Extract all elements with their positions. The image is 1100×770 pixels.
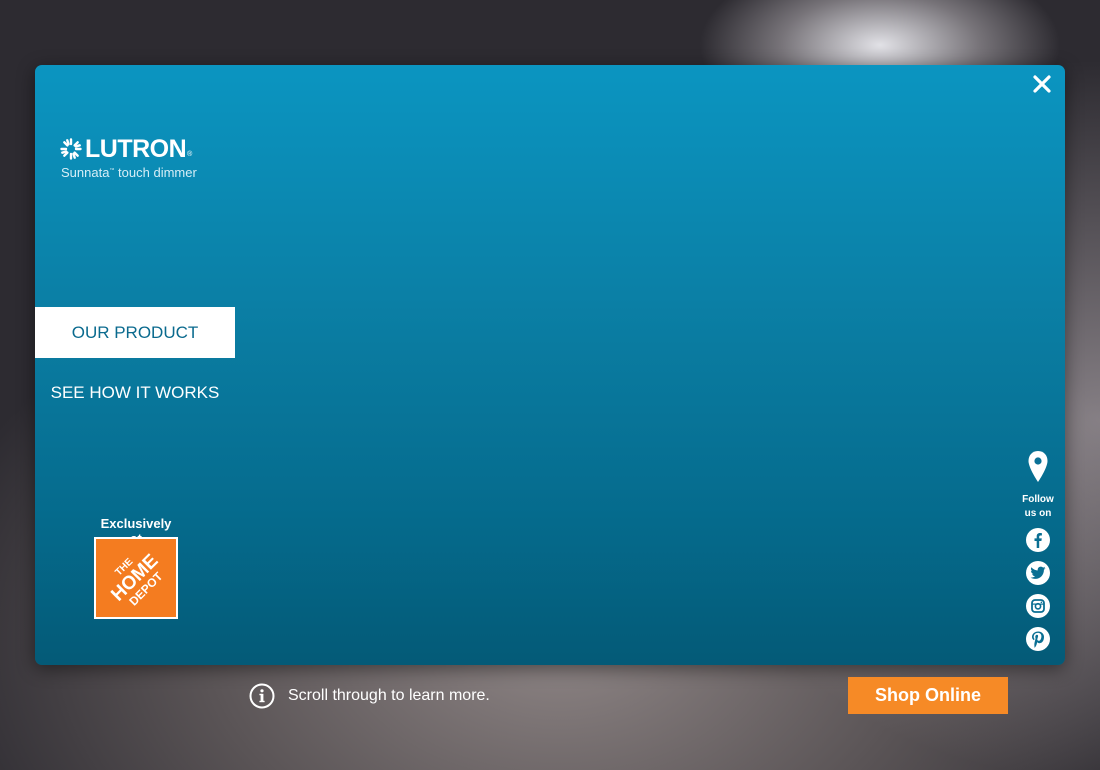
- facebook-icon[interactable]: [1026, 528, 1050, 552]
- follow-us-line-2: us on: [1024, 508, 1052, 519]
- follow-us-label: Follow us on: [1021, 493, 1055, 521]
- product-subtitle: Sunnata™ touch dimmer: [61, 165, 197, 180]
- lutron-wordmark: LUTRON: [85, 135, 187, 163]
- shop-online-button[interactable]: Shop Online: [848, 677, 1008, 714]
- scroll-hint: Scroll through to learn more.: [249, 683, 490, 709]
- lutron-sunburst-icon: [60, 138, 82, 160]
- nav-our-product[interactable]: OUR PRODUCT: [35, 307, 235, 358]
- nav-see-how-it-works[interactable]: SEE HOW IT WORKS: [35, 373, 235, 413]
- home-depot-logo-mark: THE HOME DEPOT: [107, 550, 166, 608]
- info-icon: [249, 683, 275, 709]
- close-icon[interactable]: [1031, 73, 1053, 95]
- instagram-icon[interactable]: [1026, 594, 1050, 618]
- location-pin-icon[interactable]: [1027, 450, 1049, 484]
- product-modal: LUTRON ® Sunnata™ touch dimmer OUR PRODU…: [35, 65, 1065, 665]
- pinterest-icon[interactable]: [1026, 627, 1050, 651]
- twitter-icon[interactable]: [1026, 561, 1050, 585]
- social-links: Follow us on: [1021, 450, 1055, 660]
- registered-mark: ®: [187, 151, 193, 158]
- lutron-logo: LUTRON ® Sunnata™ touch dimmer: [60, 136, 197, 180]
- follow-us-line-1: Follow: [1022, 494, 1054, 505]
- product-name: Sunnata: [61, 165, 110, 180]
- product-type: touch dimmer: [114, 165, 197, 180]
- scroll-hint-text: Scroll through to learn more.: [288, 687, 490, 704]
- home-depot-logo[interactable]: THE HOME DEPOT: [94, 537, 178, 619]
